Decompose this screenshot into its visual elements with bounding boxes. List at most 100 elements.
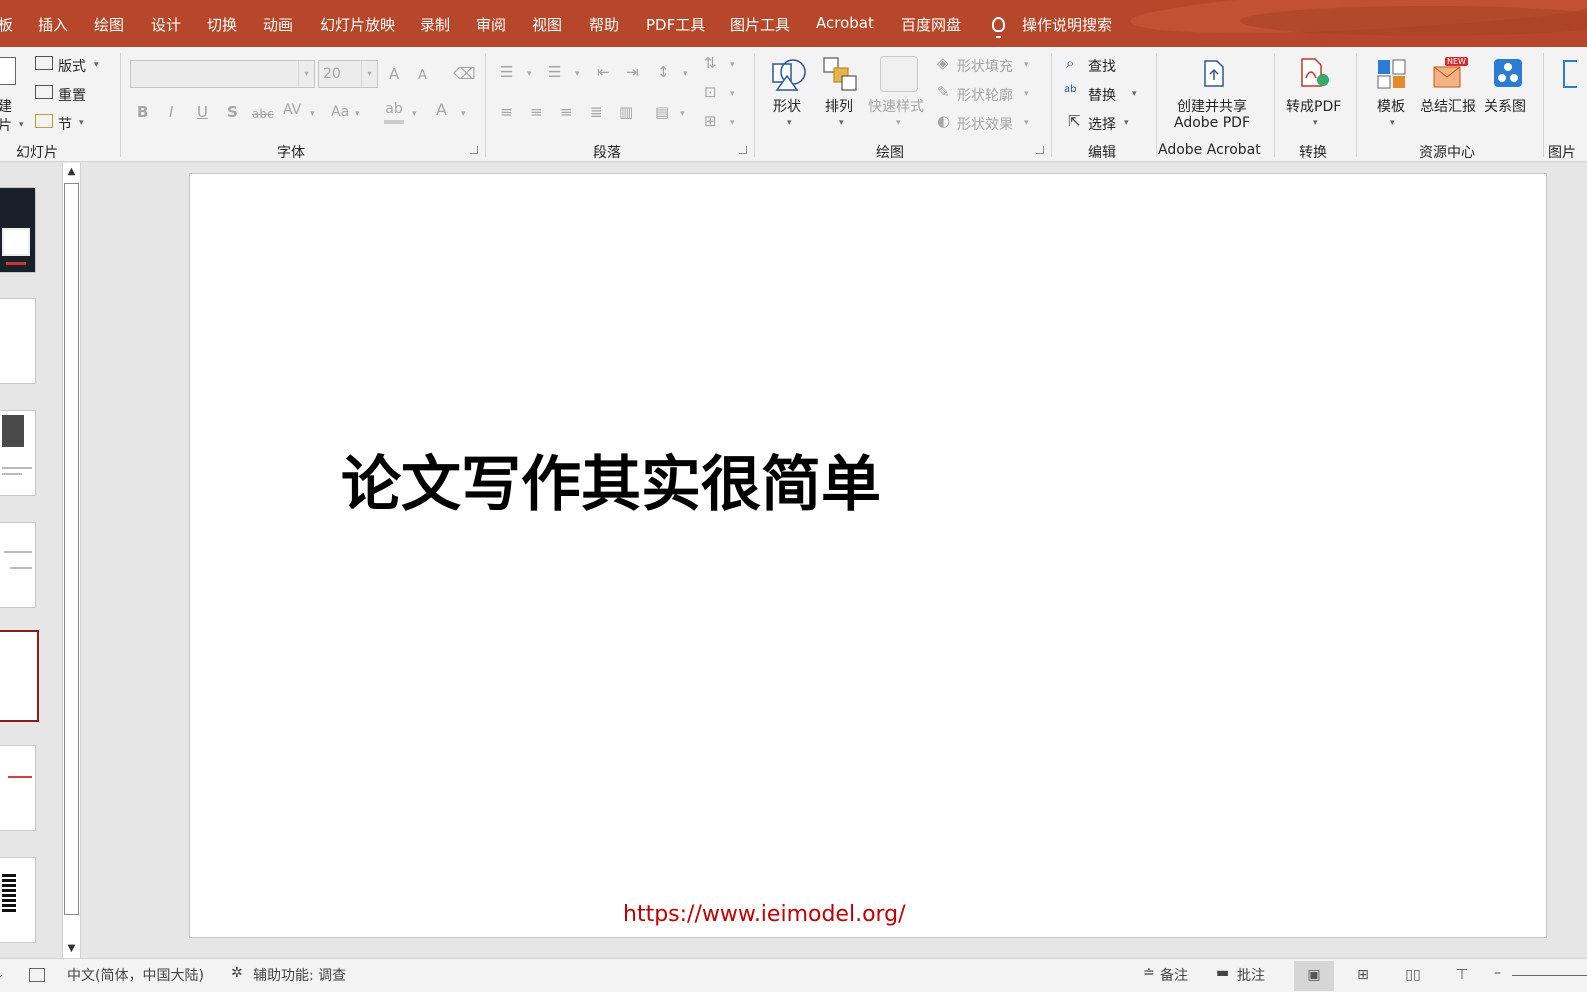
chevron-down-icon[interactable]: ▾ [730, 118, 735, 128]
justify-icon[interactable]: ≣ [590, 105, 603, 120]
tab-record[interactable]: 录制 [420, 14, 450, 35]
chevron-down-icon[interactable]: ▾ [839, 118, 844, 128]
chevron-down-icon[interactable]: ▾ [680, 109, 685, 119]
underline-icon[interactable]: U [197, 105, 208, 120]
slide-thumbnail[interactable] [0, 745, 36, 831]
chevron-down-icon[interactable]: ▾ [1024, 89, 1029, 99]
text-direction-icon[interactable]: ⇅ [704, 56, 717, 71]
clear-format-icon[interactable]: ⌫ [453, 66, 476, 82]
increase-indent-icon[interactable]: ⇥ [626, 65, 639, 80]
reset-button[interactable]: 重置 [58, 85, 86, 105]
slide-canvas[interactable]: 论文写作其实很简单 https://www.ieimodel.org/ [189, 173, 1547, 938]
chevron-down-icon[interactable]: ▾ [1024, 118, 1029, 128]
chevron-down-icon[interactable]: ▾ [79, 118, 84, 128]
highlight-icon[interactable]: ab [384, 102, 404, 124]
chevron-down-icon[interactable]: ▾ [730, 60, 735, 70]
columns-icon[interactable]: ▤ [655, 105, 669, 120]
shrink-font-icon[interactable]: A [418, 69, 427, 82]
arrange-icon[interactable] [822, 56, 858, 92]
tab-insert[interactable]: 插入 [38, 14, 68, 35]
strikethrough-icon[interactable]: abc [252, 108, 274, 120]
chevron-down-icon[interactable]: ▾ [1313, 118, 1318, 128]
decrease-indent-icon[interactable]: ⇤ [597, 65, 610, 80]
tab-picture-tools[interactable]: 图片工具 [730, 14, 790, 35]
convert-to-pdf-button[interactable]: 转成PDF [1286, 96, 1341, 116]
reading-view-button[interactable]: ▯▯ [1393, 961, 1433, 991]
drawing-dialog-launcher[interactable] [1036, 146, 1044, 154]
template-button[interactable]: 模板 [1377, 96, 1405, 116]
text-shadow-icon[interactable]: S [227, 105, 238, 120]
chevron-down-icon[interactable]: ▾ [787, 118, 792, 128]
relation-chart-button[interactable]: 关系图 [1484, 96, 1526, 116]
tell-me-search[interactable]: 操作说明搜索 [1022, 14, 1112, 35]
chevron-down-icon[interactable]: ▾ [575, 69, 580, 79]
font-name-input[interactable]: ▾ [130, 60, 315, 88]
chevron-down-icon[interactable]: ▾ [1390, 118, 1395, 128]
font-size-input[interactable]: 20 ▾ [318, 60, 378, 88]
tab-design[interactable]: 设计 [151, 14, 181, 35]
replace-button[interactable]: 替换 [1088, 85, 1116, 105]
chevron-down-icon[interactable]: ▾ [19, 120, 24, 130]
tab-draw[interactable]: 绘图 [94, 14, 124, 35]
chevron-down-icon[interactable]: ▾ [361, 61, 377, 87]
smartart-convert-icon[interactable]: ⊞ [704, 114, 717, 129]
summary-report-button[interactable]: 总结汇报 [1420, 96, 1476, 116]
bullets-icon[interactable]: ☰ [500, 65, 513, 80]
grow-font-icon[interactable]: A [389, 67, 399, 82]
slideshow-view-button[interactable]: ⊤ [1442, 961, 1482, 991]
chevron-down-icon[interactable]: ▾ [1132, 89, 1137, 99]
create-share-label-2[interactable]: Adobe PDF [1174, 115, 1250, 131]
chevron-down-icon[interactable]: ▾ [1024, 60, 1029, 70]
bold-icon[interactable]: B [137, 105, 148, 120]
language-indicator[interactable]: 中文(简体，中国大陆) [67, 965, 204, 985]
template-icon[interactable] [1377, 58, 1407, 90]
zoom-slider[interactable] [1512, 975, 1587, 976]
new-slide-label-1[interactable]: 建 [0, 96, 12, 116]
slide-thumbnail[interactable] [0, 857, 36, 943]
tab-help[interactable]: 帮助 [589, 14, 619, 35]
quick-styles-button[interactable]: 快速样式 [868, 96, 924, 116]
spellcheck-icon[interactable] [29, 968, 45, 982]
change-case-icon[interactable]: Aa [331, 105, 349, 119]
slide-thumbnail[interactable] [0, 522, 36, 608]
chevron-down-icon[interactable]: ▾ [94, 60, 99, 70]
notes-button[interactable]: 备注 [1160, 965, 1188, 985]
chevron-down-icon[interactable]: ▾ [730, 89, 735, 99]
slide-url-text[interactable]: https://www.ieimodel.org/ [623, 902, 906, 927]
tab-transitions[interactable]: 切换 [207, 14, 237, 35]
scroll-down-icon[interactable]: ▼ [63, 940, 80, 958]
scrollbar-thumb[interactable] [64, 183, 79, 915]
tab-animations[interactable]: 动画 [263, 14, 293, 35]
shapes-icon[interactable] [771, 56, 807, 92]
chevron-down-icon[interactable]: ▾ [683, 69, 688, 79]
section-button[interactable]: 节 [58, 114, 72, 134]
character-spacing-icon[interactable]: AV [283, 103, 301, 117]
chevron-down-icon[interactable]: ▾ [461, 109, 466, 119]
quick-styles-icon[interactable] [880, 56, 918, 92]
paragraph-dialog-launcher[interactable] [739, 146, 747, 154]
italic-icon[interactable]: I [169, 105, 173, 120]
tab-view[interactable]: 视图 [532, 14, 562, 35]
chevron-down-icon[interactable]: ▾ [1124, 118, 1129, 128]
tab-review[interactable]: 审阅 [476, 14, 506, 35]
create-pdf-icon[interactable] [1203, 60, 1225, 87]
tab-baidu-netdisk[interactable]: 百度网盘 [901, 14, 961, 35]
slide-sorter-button[interactable]: ⊞ [1343, 961, 1383, 991]
align-text-icon[interactable]: ⊡ [704, 85, 717, 100]
slide-title[interactable]: 论文写作其实很简单 [341, 436, 881, 523]
scroll-up-icon[interactable]: ▲ [63, 163, 80, 181]
tab-acrobat[interactable]: Acrobat [816, 14, 874, 32]
find-button[interactable]: 查找 [1088, 56, 1116, 76]
slide-thumbnail-selected[interactable] [0, 630, 39, 722]
font-color-icon[interactable]: A [436, 102, 447, 118]
thumbnail-scrollbar[interactable]: ▲ ▼ [62, 163, 81, 958]
create-share-label-1[interactable]: 创建并共享 [1177, 96, 1247, 116]
zoom-out-button[interactable]: – [1494, 965, 1501, 981]
shape-outline-button[interactable]: 形状轮廓 [957, 85, 1013, 105]
chevron-down-icon[interactable]: ▾ [298, 61, 314, 87]
chevron-down-icon[interactable]: ▾ [412, 109, 417, 119]
accessibility-status[interactable]: 辅助功能: 调查 [253, 965, 346, 985]
align-center-icon[interactable]: ≡ [530, 105, 543, 120]
numbering-icon[interactable]: ☰ [548, 65, 561, 80]
comments-button[interactable]: 批注 [1237, 965, 1265, 985]
